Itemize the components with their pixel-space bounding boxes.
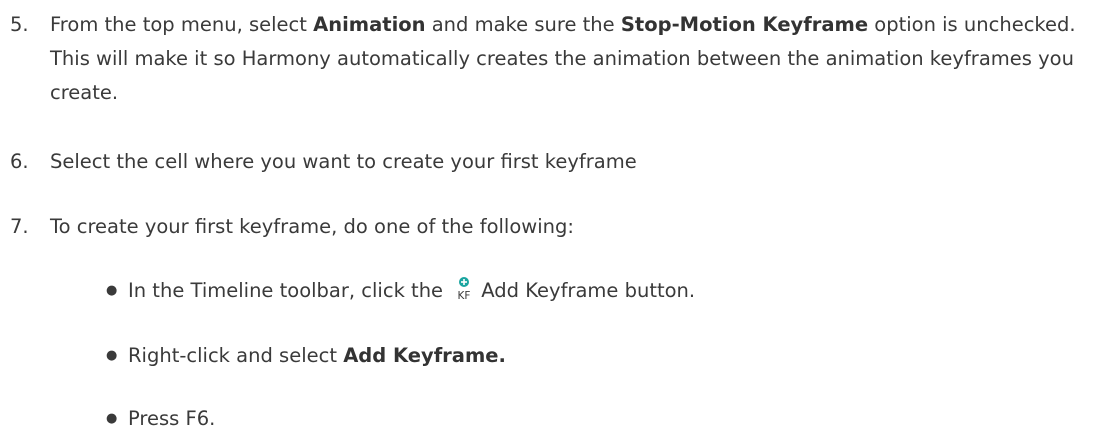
step-text: To create your first keyframe, do one of…: [50, 215, 574, 238]
option-text-part: Add Keyframe button.: [481, 279, 696, 302]
menu-name-animation: Animation: [313, 13, 426, 36]
command-name-add-keyframe: Add Keyframe.: [343, 344, 506, 367]
bullet-icon: ●: [106, 348, 118, 363]
step-number: 5.: [10, 13, 29, 36]
step-text-part: and make sure the: [425, 13, 621, 36]
option-text-part: Right-click and select: [128, 344, 344, 367]
option-name-stop-motion-keyframe: Stop-Motion Keyframe: [620, 13, 869, 36]
step-text: Select the cell where you want to create…: [50, 150, 637, 173]
step-text-part: From the top menu, select: [50, 13, 314, 36]
option-shortcut: ● Press F6.: [0, 402, 1120, 438]
step-text: From the top menu, select Animation and …: [50, 8, 1115, 110]
option-right-click: ● Right-click and select Add Keyframe.: [0, 339, 1120, 375]
option-text-part: In the Timeline toolbar, click the: [128, 279, 450, 302]
step-7: 7. To create your first keyframe, do one…: [0, 210, 1120, 246]
bullet-icon: ●: [106, 411, 118, 426]
option-text: Right-click and select Add Keyframe.: [128, 339, 1108, 373]
step-number: 7.: [10, 215, 29, 238]
step-number: 6.: [10, 150, 29, 173]
bullet-icon: ●: [106, 283, 118, 298]
add-keyframe-icon: KF: [453, 276, 475, 302]
option-text: Press F6.: [128, 407, 216, 430]
option-timeline-toolbar: ● In the Timeline toolbar, click the KF …: [0, 274, 1120, 310]
step-5: 5. From the top menu, select Animation a…: [0, 8, 1120, 118]
add-keyframe-icon-label: KF: [458, 290, 471, 302]
option-text: In the Timeline toolbar, click the KF Ad…: [128, 274, 1108, 308]
step-6: 6. Select the cell where you want to cre…: [0, 145, 1120, 181]
